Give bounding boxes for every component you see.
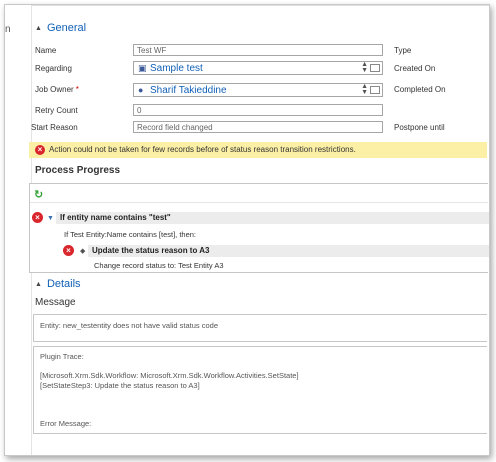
created-on-label: Created On [394,64,436,73]
lookup-picker-icon[interactable] [370,86,380,94]
regarding-value[interactable]: Sample test [150,63,203,74]
condition-step[interactable]: If entity name contains "test" [56,212,489,224]
name-label: Name [35,46,57,55]
details-section-title: Details [46,278,81,290]
trace-line: Plugin Trace: [40,352,84,361]
left-nav-strip: n [5,5,32,455]
retry-count-label: Retry Count [35,106,78,115]
refresh-icon[interactable]: ↻ [34,188,43,201]
regarding-lookup[interactable]: ▣ Sample test ▲ ▼ [133,61,383,75]
collapse-triangle-icon[interactable]: ▲ [35,25,42,32]
trace-line: [SetStateStep3: Update the status reason… [40,380,200,390]
panel-divider [30,202,488,203]
collapse-triangle-icon[interactable]: ▲ [35,281,42,288]
action-detail: Change record status to: Test Entity A3 [94,261,224,270]
lookup-picker-icon[interactable] [370,64,380,72]
message-box[interactable]: Entity: new_testentity does not have val… [33,314,487,342]
name-field[interactable]: Test WF [133,44,383,56]
job-owner-value[interactable]: Sharif Takieddine [150,85,227,96]
retry-count-field[interactable]: 0 [133,104,383,116]
trace-line: [Microsoft.Xrm.Sdk.Workflow: Microsoft.X… [40,371,299,381]
condition-detail: If Test Entity:Name contains [test], the… [64,230,197,239]
action-error-icon: × [63,245,74,256]
job-owner-label: Job Owner * [35,85,79,94]
process-progress-panel: ↻ × ▼ If entity name contains "test" If … [29,183,489,273]
general-section-title: General [46,22,87,34]
spin-arrows-icon[interactable]: ▲ ▼ [361,61,368,74]
start-reason-label: Start Reason [31,123,78,132]
condition-error-icon: × [32,212,43,223]
message-text: Entity: new_testentity does not have val… [40,321,219,330]
spin-arrows-icon[interactable]: ▲ ▼ [361,83,368,96]
trace-line: Error Message: [40,419,92,429]
completed-on-label: Completed On [394,85,446,94]
left-strip-text: n [5,24,11,35]
plugin-trace-box[interactable]: Plugin Trace: [Microsoft.Xrm.Sdk.Workflow… [33,346,487,434]
user-icon: ● [138,85,144,95]
top-divider [31,5,489,6]
general-section-header[interactable]: ▲ General [35,22,86,34]
start-reason-field[interactable]: Record field changed [133,121,383,133]
expand-chevron-icon[interactable]: ▼ [47,215,54,222]
record-icon: ▣ [138,63,147,73]
required-marker: * [75,85,79,94]
job-owner-lookup[interactable]: ● Sharif Takieddine ▲ ▼ [133,83,383,97]
job-owner-label-text: Job Owner [35,85,74,94]
message-title: Message [35,297,76,308]
details-section-header[interactable]: ▲ Details [35,278,81,290]
warning-text: Action could not be taken for few record… [49,145,356,154]
step-diamond-icon: ◆ [80,248,86,255]
type-label: Type [394,46,412,55]
process-progress-title: Process Progress [35,165,121,176]
regarding-label: Regarding [35,64,72,73]
warning-banner: × Action could not be taken for few reco… [29,142,487,158]
postpone-until-label: Postpone until [394,123,445,132]
action-step[interactable]: Update the status reason to A3 [88,245,489,257]
workflow-form: n ▲ General Name Test WF Regarding ▣ Samp… [4,4,490,456]
error-icon: × [35,145,45,155]
